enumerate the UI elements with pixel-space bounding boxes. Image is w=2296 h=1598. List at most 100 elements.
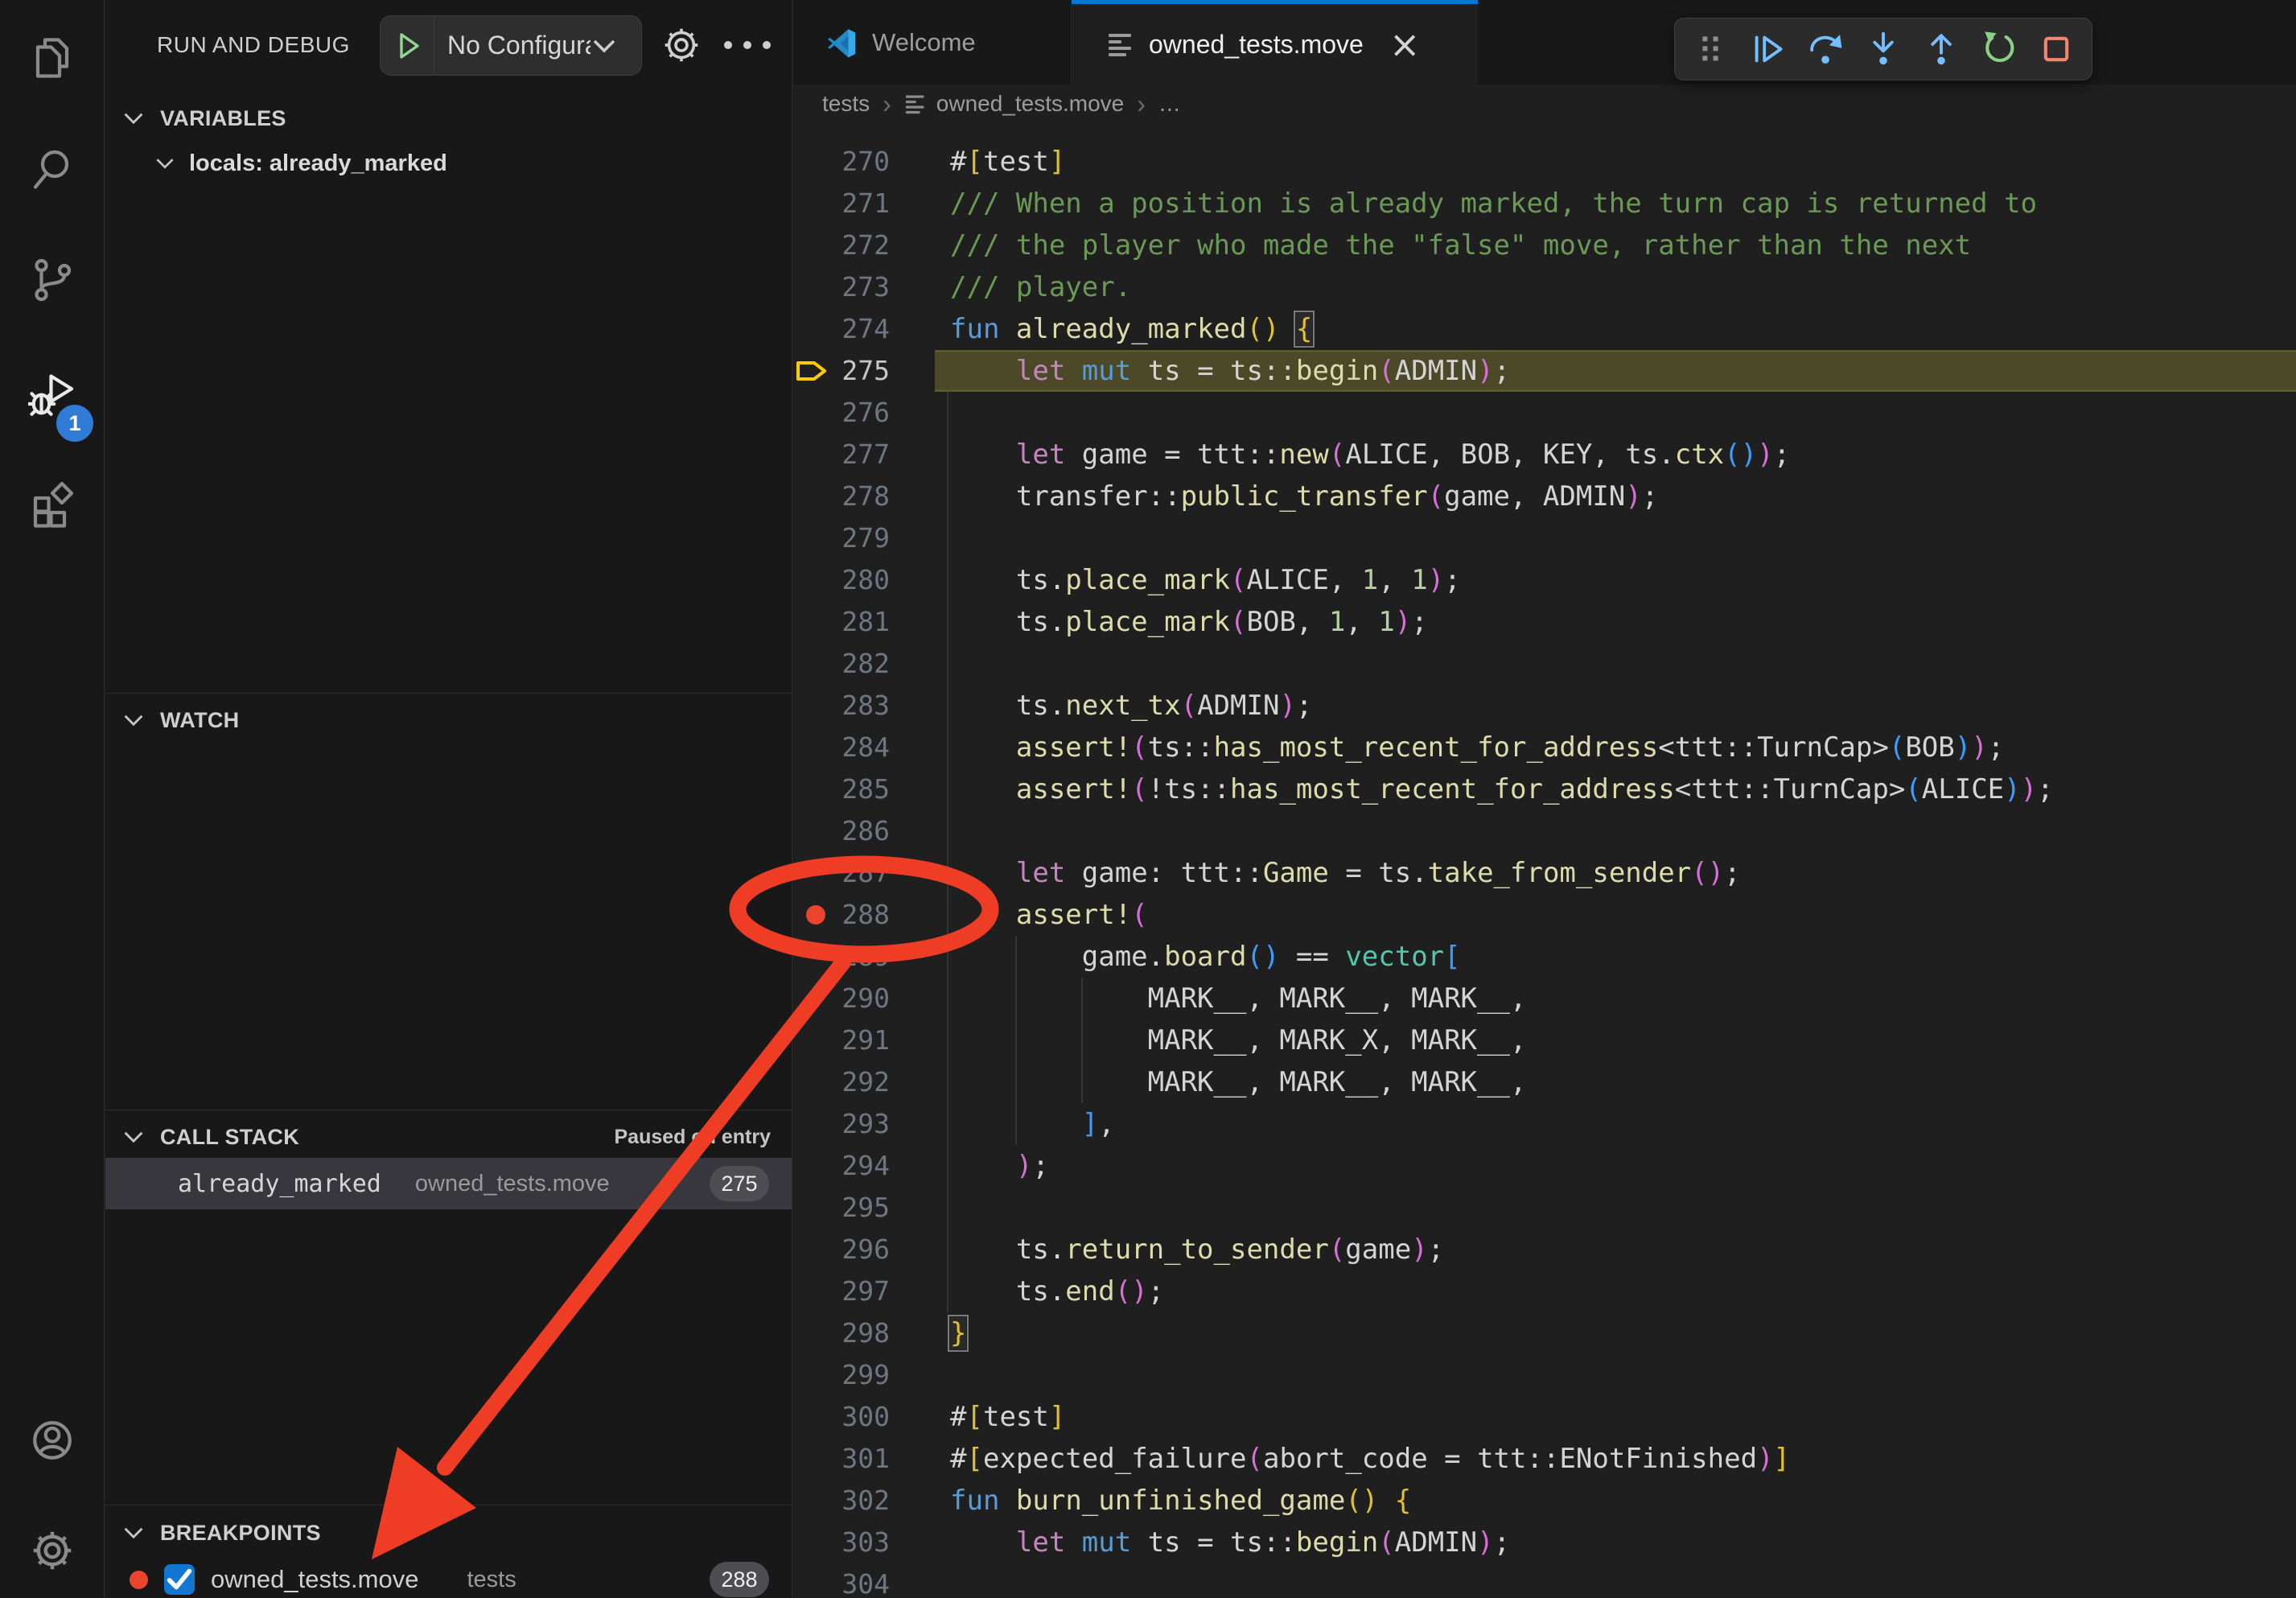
- code-text[interactable]: assert!(: [950, 894, 1148, 936]
- continue-button[interactable]: [1743, 23, 1794, 75]
- line-number[interactable]: 299: [793, 1354, 890, 1396]
- code-text[interactable]: transfer::public_transfer(game, ADMIN);: [950, 476, 1658, 517]
- code-line[interactable]: 299: [793, 1354, 2296, 1396]
- tab-owned-tests-move[interactable]: owned_tests.move ×: [1072, 0, 1478, 84]
- code-line[interactable]: 279: [793, 517, 2296, 559]
- code-line[interactable]: 287 let game: ttt::Game = ts.take_from_s…: [793, 852, 2296, 894]
- code-text[interactable]: ts.return_to_sender(game);: [950, 1229, 1444, 1271]
- line-number[interactable]: 270: [793, 141, 890, 183]
- code-line[interactable]: 278 transfer::public_transfer(game, ADMI…: [793, 476, 2296, 517]
- code-line[interactable]: 301#[expected_failure(abort_code = ttt::…: [793, 1438, 2296, 1480]
- code-text[interactable]: game.board() == vector[: [950, 936, 1461, 978]
- code-text[interactable]: /// player.: [950, 266, 1131, 308]
- line-number[interactable]: 285: [793, 768, 890, 810]
- line-number[interactable]: 271: [793, 183, 890, 224]
- code-text[interactable]: MARK__, MARK__, MARK__,: [950, 1061, 1526, 1103]
- code-text[interactable]: /// the player who made the "false" move…: [950, 224, 1971, 266]
- code-line[interactable]: 290 MARK__, MARK__, MARK__,: [793, 978, 2296, 1019]
- watch-section-header[interactable]: WATCH: [105, 698, 792, 742]
- call-stack-frame-row[interactable]: already_marked owned_tests.move 275: [105, 1158, 792, 1209]
- line-number[interactable]: 287: [793, 852, 890, 894]
- code-line[interactable]: 282: [793, 643, 2296, 685]
- debug-config-label[interactable]: No Configura: [447, 31, 590, 60]
- tab-welcome[interactable]: Welcome: [793, 0, 1072, 84]
- step-into-button[interactable]: [1858, 23, 1909, 75]
- code-text[interactable]: let game = ttt::new(ALICE, BOB, KEY, ts.…: [950, 434, 1790, 476]
- line-number[interactable]: 272: [793, 224, 890, 266]
- breadcrumb-file[interactable]: owned_tests.move: [936, 91, 1124, 117]
- code-line[interactable]: 296 ts.return_to_sender(game);: [793, 1229, 2296, 1271]
- settings-gear-icon[interactable]: [28, 1526, 76, 1575]
- step-out-button[interactable]: [1915, 23, 1967, 75]
- code-text[interactable]: ts.place_mark(ALICE, 1, 1);: [950, 559, 1461, 601]
- code-line[interactable]: 271/// When a position is already marked…: [793, 183, 2296, 224]
- code-text[interactable]: fun burn_unfinished_game() {: [950, 1480, 1411, 1522]
- play-icon[interactable]: [392, 30, 424, 62]
- line-number[interactable]: 289: [793, 936, 890, 978]
- step-over-button[interactable]: [1800, 23, 1851, 75]
- extensions-icon[interactable]: [28, 481, 76, 529]
- line-number[interactable]: 288: [793, 894, 890, 936]
- code-text[interactable]: }: [950, 1312, 966, 1354]
- code-line[interactable]: 303 let mut ts = ts::begin(ADMIN);: [793, 1522, 2296, 1563]
- source-control-icon[interactable]: [28, 256, 76, 304]
- code-line[interactable]: 277 let game = ttt::new(ALICE, BOB, KEY,…: [793, 434, 2296, 476]
- line-number[interactable]: 290: [793, 978, 890, 1019]
- chevron-down-icon[interactable]: [592, 38, 616, 54]
- call-stack-section-header[interactable]: CALL STACK Paused on entry: [105, 1115, 792, 1159]
- code-line[interactable]: 285 assert!(!ts::has_most_recent_for_add…: [793, 768, 2296, 810]
- drag-grip-icon[interactable]: [1685, 23, 1736, 75]
- line-number[interactable]: 295: [793, 1187, 890, 1229]
- code-line[interactable]: 288 assert!(: [793, 894, 2296, 936]
- code-line[interactable]: 275 let mut ts = ts::begin(ADMIN);: [793, 350, 2296, 392]
- line-number[interactable]: 275: [793, 350, 890, 392]
- code-text[interactable]: #[test]: [950, 1396, 1065, 1438]
- line-number[interactable]: 302: [793, 1480, 890, 1522]
- line-number[interactable]: 304: [793, 1563, 890, 1598]
- code-line[interactable]: 292 MARK__, MARK__, MARK__,: [793, 1061, 2296, 1103]
- code-line[interactable]: 270#[test]: [793, 141, 2296, 183]
- line-number[interactable]: 281: [793, 601, 890, 643]
- code-line[interactable]: 295: [793, 1187, 2296, 1229]
- start-debug-button[interactable]: No Configura: [380, 15, 642, 76]
- code-text[interactable]: ts.place_mark(BOB, 1, 1);: [950, 601, 1428, 643]
- line-number[interactable]: 294: [793, 1145, 890, 1187]
- code-text[interactable]: let game: ttt::Game = ts.take_from_sende…: [950, 852, 1741, 894]
- stop-button[interactable]: [2031, 23, 2082, 75]
- code-text[interactable]: );: [950, 1145, 1049, 1187]
- code-line[interactable]: 276: [793, 392, 2296, 434]
- line-number[interactable]: 280: [793, 559, 890, 601]
- code-line[interactable]: 273 /// player.: [793, 266, 2296, 308]
- code-text[interactable]: ts.next_tx(ADMIN);: [950, 685, 1312, 727]
- more-actions-icon[interactable]: [715, 23, 780, 68]
- code-line[interactable]: 283 ts.next_tx(ADMIN);: [793, 685, 2296, 727]
- code-text[interactable]: let mut ts = ts::begin(ADMIN);: [950, 1522, 1510, 1563]
- line-number[interactable]: 292: [793, 1061, 890, 1103]
- line-number[interactable]: 278: [793, 476, 890, 517]
- variables-section-header[interactable]: VARIABLES: [105, 97, 792, 140]
- code-line[interactable]: 281 ts.place_mark(BOB, 1, 1);: [793, 601, 2296, 643]
- line-number[interactable]: 291: [793, 1019, 890, 1061]
- explorer-icon[interactable]: [28, 34, 76, 82]
- line-number[interactable]: 283: [793, 685, 890, 727]
- breadcrumb-folder[interactable]: tests: [822, 91, 870, 117]
- code-line[interactable]: 284 assert!(ts::has_most_recent_for_addr…: [793, 727, 2296, 768]
- locals-scope-row[interactable]: locals: already_marked: [105, 142, 792, 185]
- line-number[interactable]: 293: [793, 1103, 890, 1145]
- line-number[interactable]: 297: [793, 1271, 890, 1312]
- code-line[interactable]: 291 MARK__, MARK_X, MARK__,: [793, 1019, 2296, 1061]
- code-text[interactable]: fun already_marked() {: [950, 308, 1312, 350]
- line-number[interactable]: 296: [793, 1229, 890, 1271]
- line-number[interactable]: 273: [793, 266, 890, 308]
- accounts-icon[interactable]: [28, 1416, 76, 1464]
- code-line[interactable]: 304: [793, 1563, 2296, 1598]
- line-number[interactable]: 274: [793, 308, 890, 350]
- search-icon[interactable]: [28, 145, 76, 193]
- line-number[interactable]: 298: [793, 1312, 890, 1354]
- code-text[interactable]: ts.end();: [950, 1271, 1164, 1312]
- code-text[interactable]: ],: [950, 1103, 1115, 1145]
- code-line[interactable]: 293 ],: [793, 1103, 2296, 1145]
- breadcrumb-more[interactable]: …: [1158, 91, 1181, 117]
- code-line[interactable]: 298}: [793, 1312, 2296, 1354]
- code-line[interactable]: 294 );: [793, 1145, 2296, 1187]
